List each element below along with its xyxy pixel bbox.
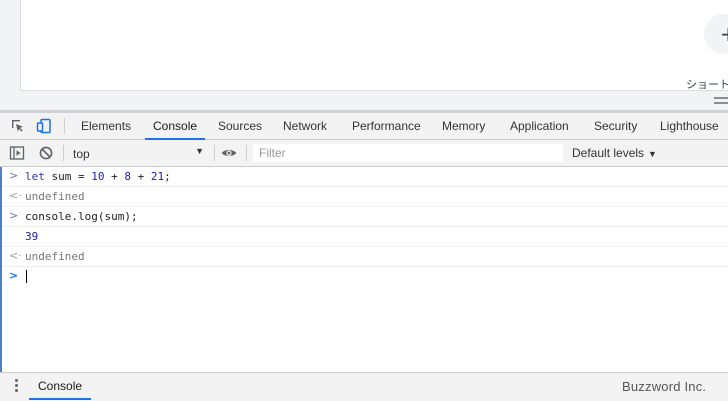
code-token: 21 <box>150 170 165 183</box>
clear-console-icon[interactable] <box>38 145 54 161</box>
console-input-line: > console.log(sum); <box>2 207 728 227</box>
devtools-tab-bar: Elements Console Sources Network Perform… <box>0 113 728 140</box>
result-arrow-icon: <· <box>9 249 22 262</box>
menu-lines-icon <box>714 97 728 107</box>
devtools-panel: Elements Console Sources Network Perform… <box>0 113 728 401</box>
input-chevron-icon: > <box>9 209 19 222</box>
devtools-drawer: Console Buzzword Inc. <box>0 372 728 401</box>
code-token: 10 <box>91 170 105 183</box>
tab-memory[interactable]: Memory <box>442 113 485 139</box>
shortcut-label: ショートカット <box>686 79 728 91</box>
more-vertical-icon[interactable] <box>15 379 19 395</box>
log-levels-label: Default levels <box>572 146 645 160</box>
code-token: ; <box>164 170 171 183</box>
log-levels-dropdown[interactable]: Default levels ▼ <box>572 140 657 166</box>
context-value: top <box>73 147 90 161</box>
toolbar-divider <box>63 145 64 161</box>
console-code: console.log(sum); <box>25 210 138 223</box>
toolbar-divider <box>64 118 65 134</box>
tab-lighthouse[interactable]: Lighthouse <box>660 113 719 139</box>
live-expression-eye-icon[interactable] <box>221 145 237 161</box>
prompt-chevron-icon: > <box>9 269 19 282</box>
console-code: let sum = 10 + 8 + 21; <box>25 170 171 183</box>
console-input-line: > let sum = 10 + 8 + 21; <box>2 167 728 187</box>
browser-page-area: + ショートカット <box>0 0 728 113</box>
code-token: 8 <box>124 170 131 183</box>
tab-console[interactable]: Console <box>144 113 206 140</box>
code-token: + <box>131 170 151 183</box>
console-result-text: undefined <box>25 190 85 203</box>
dropdown-arrow-icon: ▼ <box>648 149 657 159</box>
watermark: Buzzword Inc. <box>622 379 707 394</box>
result-arrow-icon: <· <box>9 189 22 202</box>
toolbar-divider <box>214 145 215 161</box>
plus-icon: + <box>720 22 728 46</box>
code-token: + <box>104 170 125 183</box>
page-content-card <box>20 0 728 91</box>
tab-application[interactable]: Application <box>510 113 569 139</box>
inspect-element-icon[interactable] <box>10 118 26 134</box>
tab-performance[interactable]: Performance <box>352 113 421 139</box>
device-toolbar-icon[interactable] <box>36 118 52 134</box>
input-chevron-icon: > <box>9 169 19 182</box>
console-output[interactable]: > let sum = 10 + 8 + 21; <· undefined > … <box>2 167 728 372</box>
console-result-line: <· undefined <box>2 247 728 267</box>
toolbar-divider <box>246 145 247 161</box>
console-toolbar: top ▼ Default levels▼ <box>0 140 728 167</box>
javascript-context-select[interactable]: top ▼ <box>68 143 208 163</box>
console-filter-input[interactable] <box>253 144 563 162</box>
tab-security[interactable]: Security <box>594 113 637 139</box>
console-prompt[interactable]: > <box>2 267 728 286</box>
tab-network[interactable]: Network <box>283 113 327 139</box>
text-caret <box>26 270 27 283</box>
console-result-line: <· undefined <box>2 187 728 207</box>
tab-elements[interactable]: Elements <box>81 113 131 139</box>
drawer-tab-console[interactable]: Console <box>28 373 92 400</box>
console-log-value: 39 <box>25 230 39 243</box>
code-token: sum = <box>51 170 92 183</box>
code-token: let <box>25 170 52 183</box>
dropdown-arrow-icon: ▼ <box>195 146 204 156</box>
console-result-text: undefined <box>25 250 85 263</box>
console-log-line: 39 <box>2 227 728 247</box>
show-sidebar-icon[interactable] <box>9 145 25 161</box>
tab-sources[interactable]: Sources <box>218 113 262 139</box>
